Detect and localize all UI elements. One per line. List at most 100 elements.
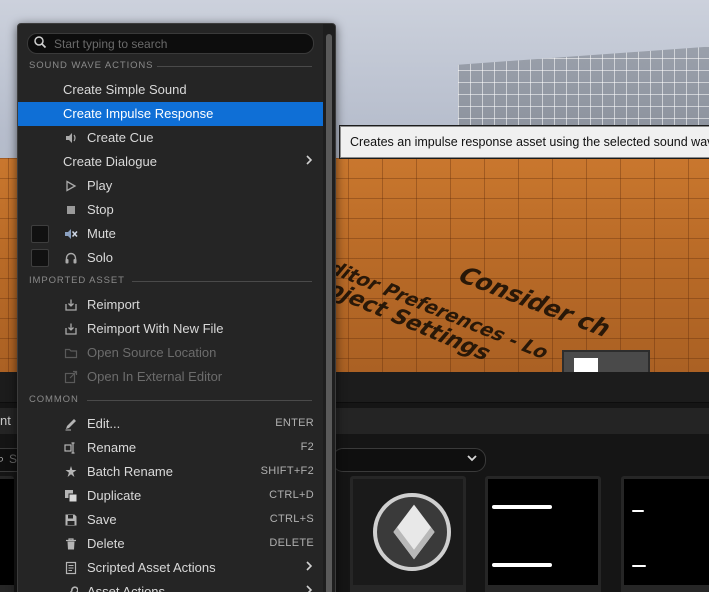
menu-search-input[interactable] bbox=[54, 36, 304, 51]
section-common: COMMON bbox=[29, 394, 312, 406]
menu-item-label: Batch Rename bbox=[87, 464, 173, 479]
waveform-icon bbox=[632, 510, 644, 512]
headphones-icon bbox=[64, 251, 78, 265]
section-imported-asset: IMPORTED ASSET bbox=[29, 275, 312, 287]
external-editor-icon bbox=[64, 370, 78, 384]
menu-item-label: Solo bbox=[87, 250, 114, 265]
waveform-thumbnail bbox=[488, 479, 598, 585]
stop-icon bbox=[64, 203, 78, 217]
chevron-right-icon bbox=[304, 559, 314, 576]
shortcut-label: ENTER bbox=[275, 417, 314, 429]
menu-item-create-simple-sound[interactable]: Create Simple Sound bbox=[18, 78, 323, 102]
menu-item-label: Create Dialogue bbox=[63, 154, 157, 169]
path-text: nt bbox=[0, 413, 11, 428]
pencil-icon bbox=[64, 417, 78, 431]
menu-item-reimport-with-new-file[interactable]: Reimport With New File bbox=[18, 317, 323, 341]
rename-icon bbox=[64, 441, 78, 455]
menu-item-scripted-asset-actions[interactable]: Scripted Asset Actions bbox=[18, 556, 323, 580]
search-icon bbox=[33, 35, 47, 49]
menu-item-label: Duplicate bbox=[87, 488, 142, 503]
shortcut-label: CTRL+D bbox=[269, 489, 314, 501]
menu-item-label: Create Simple Sound bbox=[63, 82, 187, 97]
script-icon bbox=[64, 561, 78, 575]
asset-thumbnail bbox=[353, 479, 463, 585]
tooltip: Creates an impulse response asset using … bbox=[339, 125, 709, 159]
menu-item-open-in-external-editor[interactable]: Open In External Editor bbox=[18, 365, 323, 389]
menu-item-reimport[interactable]: Reimport bbox=[18, 293, 323, 317]
asset-tile-sound-wave[interactable] bbox=[485, 476, 601, 592]
viewport-sign-object bbox=[562, 350, 650, 372]
menu-item-save[interactable]: Save CTRL+S bbox=[18, 508, 323, 532]
menu-search-box[interactable] bbox=[27, 33, 314, 54]
menu-item-label: Open Source Location bbox=[87, 345, 217, 360]
menu-item-edit[interactable]: Edit... ENTER bbox=[18, 412, 323, 436]
asset-context-menu: SOUND WAVE ACTIONS Create Simple Sound C… bbox=[17, 23, 336, 592]
menu-item-create-cue[interactable]: Create Cue bbox=[18, 126, 323, 150]
waveform-icon bbox=[492, 563, 552, 567]
menu-item-rename[interactable]: Rename F2 bbox=[18, 436, 323, 460]
section-divider bbox=[87, 400, 312, 401]
menu-item-mute[interactable]: Mute bbox=[18, 222, 323, 246]
waveform-thumbnail bbox=[624, 479, 709, 585]
menu-item-open-source-location[interactable]: Open Source Location bbox=[18, 341, 323, 365]
section-sound-wave-actions: SOUND WAVE ACTIONS bbox=[29, 60, 312, 72]
menu-item-create-impulse-response[interactable]: Create Impulse Response bbox=[18, 102, 323, 126]
cube-icon bbox=[373, 493, 451, 571]
menu-item-label: Create Impulse Response bbox=[63, 106, 214, 121]
section-divider bbox=[132, 281, 312, 282]
asset-thumbnail bbox=[0, 479, 14, 585]
tooltip-text: Creates an impulse response asset using … bbox=[350, 135, 709, 149]
menu-item-stop[interactable]: Stop bbox=[18, 198, 323, 222]
search-icon: ⌕ bbox=[0, 451, 5, 466]
asset-tile-sound-wave[interactable] bbox=[621, 476, 709, 592]
play-icon bbox=[64, 179, 78, 193]
menu-item-label: Open In External Editor bbox=[87, 369, 223, 384]
reimport-icon bbox=[64, 322, 78, 336]
menu-scrollbar[interactable] bbox=[323, 24, 335, 592]
scrollbar-thumb[interactable] bbox=[326, 34, 332, 592]
menu-item-create-dialogue[interactable]: Create Dialogue bbox=[18, 150, 323, 174]
filter-dropdown[interactable] bbox=[332, 448, 486, 472]
editor-window: Consider ch ditor Preferences - Lo oject… bbox=[0, 0, 709, 592]
menu-item-label: Stop bbox=[87, 202, 114, 217]
search-text: S bbox=[9, 452, 18, 466]
menu-item-label: Delete bbox=[87, 536, 125, 551]
wrench-icon bbox=[64, 585, 79, 592]
shortcut-label: CTRL+S bbox=[269, 513, 314, 525]
folder-icon bbox=[64, 346, 78, 360]
mute-checkbox[interactable] bbox=[31, 225, 49, 243]
asset-tile-sound-cue[interactable] bbox=[350, 476, 466, 592]
menu-item-duplicate[interactable]: Duplicate CTRL+D bbox=[18, 484, 323, 508]
solo-checkbox[interactable] bbox=[31, 249, 49, 267]
menu-item-label: Reimport bbox=[87, 297, 140, 312]
menu-item-batch-rename[interactable]: Batch Rename SHIFT+F2 bbox=[18, 460, 323, 484]
menu-item-label: Reimport With New File bbox=[87, 321, 224, 336]
section-label: SOUND WAVE ACTIONS bbox=[29, 60, 154, 71]
menu-item-label: Save bbox=[87, 512, 117, 527]
menu-item-label: Mute bbox=[87, 226, 116, 241]
section-label: IMPORTED ASSET bbox=[29, 275, 125, 286]
reimport-icon bbox=[64, 298, 78, 312]
mute-icon bbox=[64, 227, 78, 241]
menu-item-delete[interactable]: Delete DELETE bbox=[18, 532, 323, 556]
menu-item-label: Play bbox=[87, 178, 113, 193]
menu-item-label: Create Cue bbox=[87, 130, 154, 145]
menu-item-asset-actions[interactable]: Asset Actions bbox=[18, 580, 323, 592]
asset-tile[interactable] bbox=[0, 476, 14, 592]
menu-item-label: Asset Actions bbox=[87, 584, 166, 592]
chevron-right-icon bbox=[304, 153, 314, 170]
menu-item-solo[interactable]: Solo bbox=[18, 246, 323, 270]
chevron-down-icon bbox=[465, 451, 479, 468]
menu-item-label: Scripted Asset Actions bbox=[87, 560, 216, 575]
duplicate-icon bbox=[64, 489, 78, 503]
shortcut-label: DELETE bbox=[269, 537, 314, 549]
waveform-icon bbox=[492, 505, 552, 509]
menu-item-play[interactable]: Play bbox=[18, 174, 323, 198]
shortcut-label: F2 bbox=[300, 441, 314, 453]
speaker-icon bbox=[64, 131, 78, 145]
waveform-icon bbox=[632, 565, 646, 567]
shortcut-label: SHIFT+F2 bbox=[260, 465, 314, 477]
trash-icon bbox=[64, 537, 78, 551]
chevron-right-icon bbox=[304, 583, 314, 592]
menu-item-label: Edit... bbox=[87, 416, 121, 431]
